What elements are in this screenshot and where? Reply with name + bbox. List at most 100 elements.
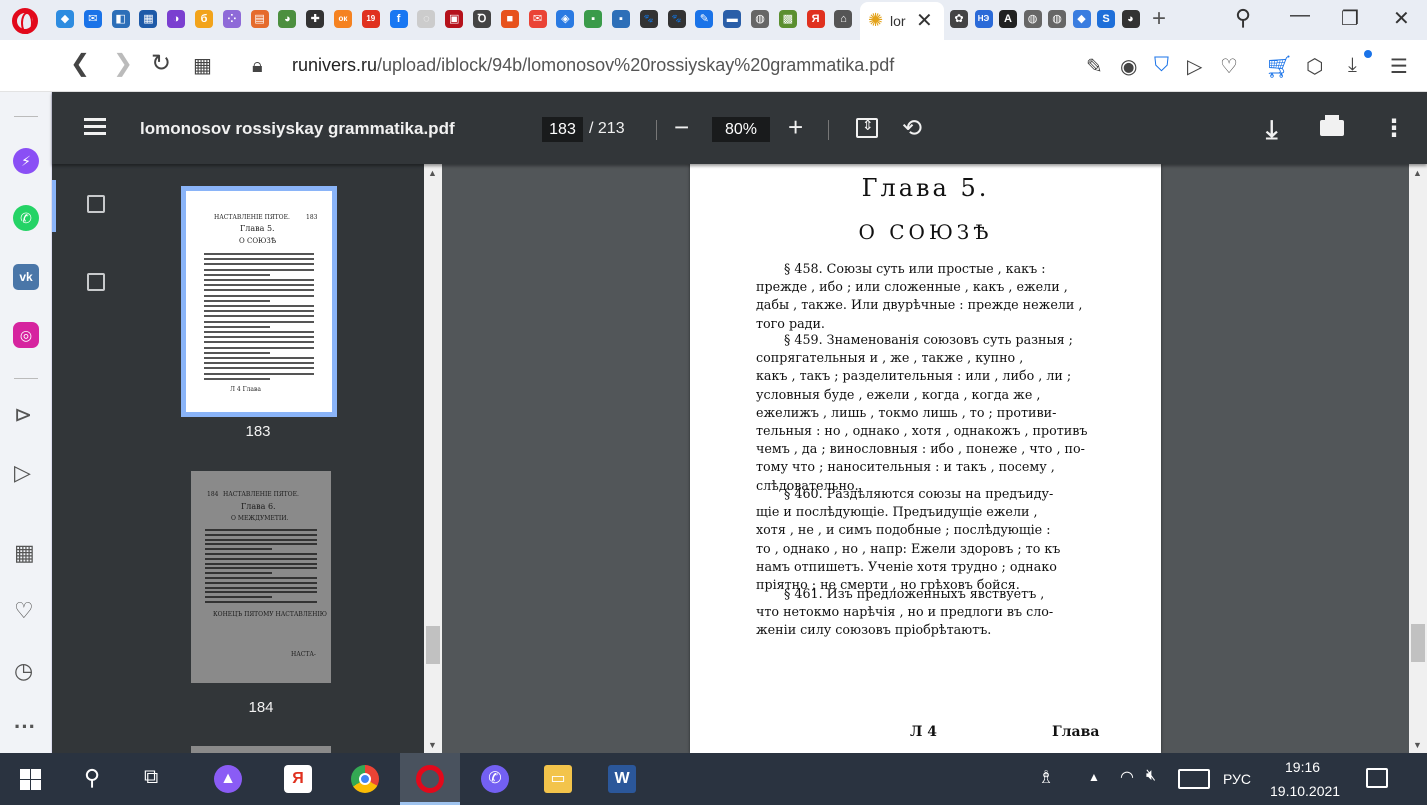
tab-icon-8[interactable]: ▤ [250, 10, 269, 28]
send-icon[interactable]: ▷ [1187, 54, 1202, 79]
fit-page-icon[interactable] [856, 117, 878, 138]
tab-icon-33[interactable]: A [999, 10, 1017, 28]
tab-icon-5[interactable]: ◑ [167, 10, 186, 28]
tab-icon-paw-1[interactable]: 🐾 [639, 10, 658, 28]
pdf-menu-icon[interactable] [84, 118, 106, 136]
tab-icon-neb[interactable]: НЭ [974, 10, 993, 28]
snapshot-edit-icon[interactable]: ✎ [1086, 54, 1103, 79]
language-indicator[interactable]: РУС [1223, 771, 1251, 787]
tray-expand-icon[interactable]: ▲ [1088, 770, 1100, 784]
url-field[interactable]: runivers.ru/upload/iblock/94b/lomonosov%… [292, 55, 894, 76]
tab-icon-34[interactable]: ◍ [1023, 10, 1042, 28]
clock-date[interactable]: 19.10.2021 [1270, 783, 1340, 799]
tab-icon-29[interactable]: ⌂ [834, 10, 853, 28]
tab-icon-6[interactable]: б [195, 10, 213, 28]
outline-icon[interactable] [87, 273, 105, 291]
print-icon[interactable] [1320, 115, 1344, 136]
scroll-up-icon[interactable]: ▲ [428, 168, 437, 178]
reload-icon[interactable]: ↻ [151, 52, 171, 76]
tab-icon-27[interactable]: ▩ [778, 10, 797, 28]
tab-icon-36[interactable]: ◆ [1072, 10, 1091, 28]
tab-icon-35[interactable]: ◍ [1048, 10, 1066, 28]
tab-icon-17[interactable]: ■ [500, 10, 519, 28]
tab-icon-37[interactable]: S [1097, 10, 1115, 28]
tab-icon-38[interactable]: ◕ [1121, 10, 1140, 28]
tab-icon-facebook[interactable]: f [389, 10, 408, 28]
keyboard-icon[interactable] [1178, 769, 1210, 789]
sidebar-more-icon[interactable]: ··· [14, 716, 36, 738]
scroll-up-icon[interactable]: ▲ [1413, 168, 1422, 178]
tab-icon-10[interactable]: ✚ [306, 10, 325, 28]
tab-icon-26[interactable]: ◍ [751, 10, 769, 28]
new-tab-icon[interactable]: + [1152, 5, 1166, 33]
notifications-icon[interactable] [1366, 768, 1388, 788]
zoom-in-button[interactable]: + [788, 112, 803, 142]
tab-icon-1[interactable]: ◆ [56, 10, 74, 28]
heart-icon[interactable]: ♡ [1220, 54, 1238, 79]
vk-icon[interactable]: vk [13, 264, 39, 290]
tab-icon-ok[interactable]: ок [334, 10, 352, 28]
search-tabs-icon[interactable]: ⚲ [1235, 5, 1251, 31]
tab-icon-19b[interactable]: ◈ [556, 10, 575, 28]
thumbnail-scrollbar[interactable]: ▲ ▼ [424, 164, 442, 753]
taskbar-yandex[interactable]: Я [268, 753, 328, 805]
close-window-icon[interactable]: ✕ [1393, 6, 1410, 31]
page-number-input[interactable]: 183 [542, 117, 583, 142]
tab-icon-4[interactable]: ▦ [139, 10, 158, 28]
rotate-icon[interactable]: ⟲ [902, 114, 922, 143]
zoom-input[interactable]: 80% [712, 117, 770, 142]
wifi-icon[interactable]: ◠ [1120, 767, 1134, 787]
tab-icon-paw-2[interactable]: 🐾 [667, 10, 686, 28]
tab-icon-19[interactable]: 19 [361, 10, 380, 28]
vpn-shield-icon[interactable]: ⛉ [1154, 54, 1169, 77]
scroll-down-icon[interactable]: ▼ [1413, 740, 1422, 750]
player-icon[interactable]: ⊳ [14, 404, 32, 426]
instagram-icon[interactable]: ◎ [13, 322, 39, 348]
taskbar-word[interactable]: W [592, 753, 652, 805]
extensions-cube-icon[interactable]: ⬡ [1306, 54, 1323, 79]
bookmarks-heart-icon[interactable]: ♡ [14, 600, 34, 622]
cart-icon[interactable]: 🛒︎ [1265, 54, 1293, 80]
taskbar-explorer[interactable]: ▭ [528, 753, 588, 805]
tab-icon-14[interactable]: ◌ [417, 10, 436, 28]
speed-dial-icon[interactable]: ▦ [193, 54, 212, 78]
thumbnail-page-184[interactable]: 184 НАСТАВЛЕНІЕ ПЯТОЕ. Глава 6. О МЕЖДУМ… [191, 471, 331, 683]
camera-icon[interactable]: ◉ [1120, 54, 1137, 79]
tab-icon-mail[interactable]: ✉ [83, 10, 102, 28]
more-actions-icon[interactable]: ⋮ [1382, 114, 1406, 143]
active-tab[interactable]: ✺ lor ✕ [860, 2, 944, 40]
messenger-icon[interactable]: ⚡ [13, 148, 39, 174]
scrollbar-thumb[interactable] [426, 626, 440, 664]
restore-icon[interactable]: ❐ [1341, 6, 1359, 31]
back-icon[interactable]: ❮ [70, 52, 90, 76]
opera-menu-icon[interactable] [12, 8, 38, 34]
tab-icon-7[interactable]: ⁘ [222, 10, 241, 28]
history-clock-icon[interactable]: ◷ [14, 660, 33, 682]
speed-dial-sidebar-icon[interactable]: ▦ [14, 542, 35, 564]
tab-icon-16[interactable]: Ꝺ [473, 10, 491, 28]
tab-icon-gmail[interactable]: ✉ [528, 10, 547, 28]
scrollbar-thumb[interactable] [1411, 624, 1425, 662]
tab-icon-20[interactable]: ▪ [584, 10, 603, 28]
tab-icon-3[interactable]: ◧ [111, 10, 130, 28]
my-flow-icon[interactable]: ▷ [14, 462, 31, 484]
tab-icon-21[interactable]: ▪ [612, 10, 630, 28]
thumbnail-page-183[interactable]: НАСТАВЛЕНІЕ ПЯТОЕ. 183 Глава 5. О СОЮЗѢ … [181, 186, 337, 417]
thumbnails-icon[interactable] [87, 195, 105, 213]
zoom-out-button[interactable]: − [674, 112, 689, 142]
download-icon[interactable]: ⤓ [1266, 114, 1278, 146]
clock-time[interactable]: 19:16 [1285, 759, 1320, 775]
main-scrollbar[interactable]: ▲ ▼ [1409, 164, 1427, 753]
forward-icon[interactable]: ❯ [113, 52, 133, 76]
minimize-icon[interactable]: — [1290, 4, 1310, 27]
volume-muted-icon[interactable]: 🔇︎ [1146, 767, 1156, 785]
search-icon[interactable]: ⚲ [84, 765, 100, 791]
downloads-icon[interactable]: ⤓ [1348, 54, 1357, 77]
whatsapp-icon[interactable]: ✆ [13, 205, 39, 231]
task-view-icon[interactable]: ⧉ [144, 766, 158, 789]
people-icon[interactable]: ♗ [1038, 767, 1054, 788]
tab-icon-chat[interactable]: ✎ [695, 10, 714, 28]
taskbar-alice[interactable]: ▲ [198, 753, 258, 805]
easy-setup-icon[interactable]: ☰ [1390, 54, 1408, 79]
tab-icon-9[interactable]: ◕ [278, 10, 297, 28]
